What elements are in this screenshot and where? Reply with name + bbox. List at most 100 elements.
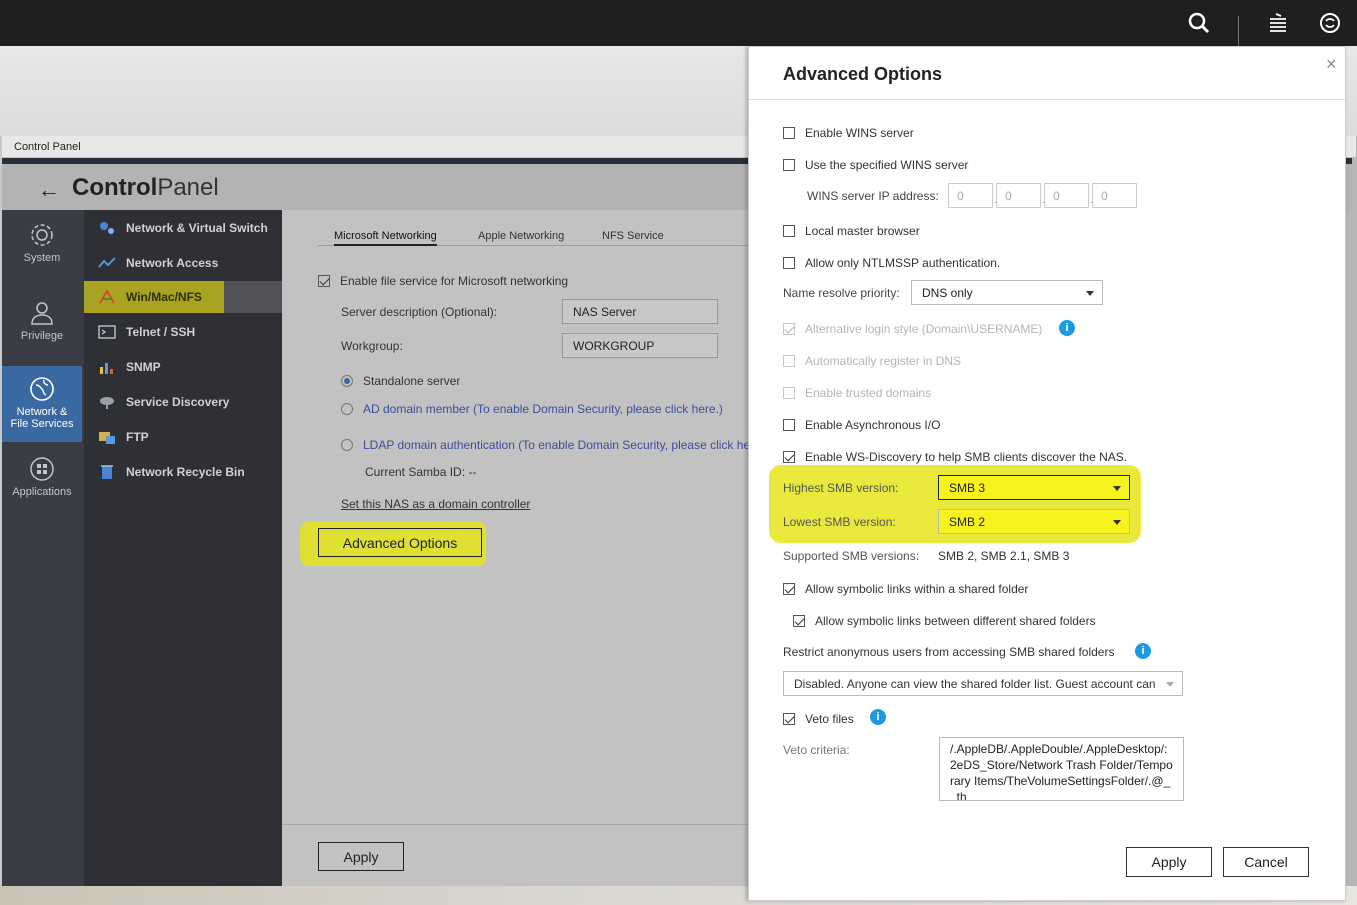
local-master-row[interactable]: Local master browser xyxy=(783,224,920,238)
submenu-label: Telnet / SSH xyxy=(126,325,196,339)
domain-controller-link[interactable]: Set this NAS as a domain controller xyxy=(341,497,530,511)
top-bar xyxy=(0,0,1357,46)
close-icon[interactable]: × xyxy=(1326,54,1337,75)
submenu-item-ftp[interactable]: FTP xyxy=(84,421,282,453)
sync-icon[interactable] xyxy=(1318,11,1342,35)
submenu-item-service-discovery[interactable]: Service Discovery xyxy=(84,386,282,418)
ldap-link[interactable]: LDAP domain authentication (To enable Do… xyxy=(363,438,750,452)
auto-register-dns-checkbox xyxy=(783,355,795,367)
panel-title: Advanced Options xyxy=(783,64,943,84)
advanced-options-button[interactable]: Advanced Options xyxy=(318,528,482,557)
radio-standalone-row[interactable]: Standalone server xyxy=(341,374,460,388)
symlinks-within-checkbox[interactable] xyxy=(783,583,795,595)
category-system[interactable]: System xyxy=(2,222,82,282)
topbar-separator xyxy=(1238,16,1239,46)
info-icon[interactable]: i xyxy=(1135,643,1151,659)
stack-icon[interactable] xyxy=(1266,11,1290,35)
search-icon[interactable] xyxy=(1187,11,1211,35)
gear-icon xyxy=(31,224,53,246)
network-switch-icon xyxy=(100,222,114,234)
terminal-icon xyxy=(98,325,116,339)
info-icon[interactable]: i xyxy=(870,709,886,725)
tab-apple-networking[interactable]: Apple Networking xyxy=(478,230,564,242)
tab-nfs-service[interactable]: NFS Service xyxy=(602,230,664,242)
apply-button[interactable]: Apply xyxy=(318,842,404,871)
submenu-item-telnet-ssh[interactable]: Telnet / SSH xyxy=(84,316,282,348)
panel-divider xyxy=(749,99,1345,100)
tab-microsoft-networking[interactable]: Microsoft Networking xyxy=(334,230,437,246)
lowest-smb-select[interactable]: SMB 2 xyxy=(938,509,1130,534)
enable-wins-checkbox[interactable] xyxy=(783,127,795,139)
ntlmssp-label: Allow only NTLMSSP authentication. xyxy=(805,256,1001,270)
wins-ip-octet-1[interactable]: 0 xyxy=(948,183,993,208)
workgroup-label: Workgroup: xyxy=(341,339,403,353)
symlinks-within-row[interactable]: Allow symbolic links within a shared fol… xyxy=(783,582,1028,596)
ntlmssp-row[interactable]: Allow only NTLMSSP authentication. xyxy=(783,256,1000,270)
server-description-input[interactable]: NAS Server xyxy=(562,299,718,324)
async-io-checkbox[interactable] xyxy=(783,419,795,431)
recycle-bin-icon xyxy=(101,465,113,479)
category-sidebar: System Privilege Network & File Services… xyxy=(2,210,84,886)
wins-ip-octet-2[interactable]: 0 xyxy=(996,183,1041,208)
supported-smb-value: SMB 2, SMB 2.1, SMB 3 xyxy=(938,549,1070,563)
submenu-sidebar: Network & Virtual Switch Network Access … xyxy=(84,210,282,886)
veto-files-row[interactable]: Veto files xyxy=(783,712,854,726)
auto-register-dns-label: Automatically register in DNS xyxy=(805,354,962,368)
highest-smb-select[interactable]: SMB 3 xyxy=(938,475,1130,500)
veto-criteria-label: Veto criteria: xyxy=(783,743,850,757)
category-privilege[interactable]: Privilege xyxy=(2,300,82,360)
veto-files-checkbox[interactable] xyxy=(783,713,795,725)
symlinks-between-row[interactable]: Allow symbolic links between different s… xyxy=(793,614,1096,628)
category-network-file-services[interactable]: Network & File Services xyxy=(2,366,82,442)
submenu-item-network-virtual-switch[interactable]: Network & Virtual Switch xyxy=(84,212,282,244)
win-mac-nfs-icon xyxy=(99,289,115,304)
submenu-item-snmp[interactable]: SNMP xyxy=(84,351,282,383)
auto-register-dns-row: Automatically register in DNS xyxy=(783,354,961,368)
enable-microsoft-networking-row[interactable]: Enable file service for Microsoft networ… xyxy=(318,274,568,288)
trusted-domains-label: Enable trusted domains xyxy=(805,386,932,400)
ntlmssp-checkbox[interactable] xyxy=(783,257,795,269)
ws-discovery-row[interactable]: Enable WS-Discovery to help SMB clients … xyxy=(783,450,1127,464)
submenu-label: Network Recycle Bin xyxy=(126,465,245,479)
radio-ad-row[interactable]: AD domain member (To enable Domain Secur… xyxy=(341,402,723,416)
symlinks-between-checkbox[interactable] xyxy=(793,615,805,627)
panel-apply-button[interactable]: Apply xyxy=(1126,847,1212,877)
wins-ip-octet-3[interactable]: 0 xyxy=(1044,183,1089,208)
ad-domain-radio[interactable] xyxy=(341,403,353,415)
veto-files-label: Veto files xyxy=(805,712,854,726)
trusted-domains-row: Enable trusted domains xyxy=(783,386,931,400)
chevron-down-icon xyxy=(1113,520,1121,525)
wins-ip-octet-4[interactable]: 0 xyxy=(1092,183,1137,208)
submenu-label: Network Access xyxy=(126,256,219,270)
submenu-item-network-recycle-bin[interactable]: Network Recycle Bin xyxy=(84,456,282,488)
ws-discovery-label: Enable WS-Discovery to help SMB clients … xyxy=(805,450,1128,464)
enable-wins-row[interactable]: Enable WINS server xyxy=(783,126,914,140)
panel-cancel-button[interactable]: Cancel xyxy=(1223,847,1309,877)
workgroup-input[interactable]: WORKGROUP xyxy=(562,333,718,358)
async-io-row[interactable]: Enable Asynchronous I/O xyxy=(783,418,940,432)
samba-id-text: Current Samba ID: -- xyxy=(365,465,477,479)
category-label: Applications xyxy=(12,486,72,498)
submenu-item-network-access[interactable]: Network Access xyxy=(84,247,282,279)
chevron-down-icon xyxy=(1113,486,1121,491)
satellite-icon xyxy=(100,397,114,409)
category-label: Privilege xyxy=(20,330,64,342)
ws-discovery-checkbox[interactable] xyxy=(783,451,795,463)
local-master-checkbox[interactable] xyxy=(783,225,795,237)
use-wins-checkbox[interactable] xyxy=(783,159,795,171)
use-wins-row[interactable]: Use the specified WINS server xyxy=(783,158,968,172)
name-resolve-select[interactable]: DNS only xyxy=(911,280,1103,305)
restrict-anonymous-select[interactable]: Disabled. Anyone can view the shared fol… xyxy=(783,671,1183,696)
radio-ldap-row[interactable]: LDAP domain authentication (To enable Do… xyxy=(341,438,751,452)
ad-domain-link[interactable]: AD domain member (To enable Domain Secur… xyxy=(363,402,723,416)
back-arrow-icon[interactable]: ← xyxy=(38,177,60,203)
enable-file-service-checkbox[interactable] xyxy=(318,275,330,287)
ldap-radio[interactable] xyxy=(341,439,353,451)
category-applications[interactable]: Applications xyxy=(2,456,82,516)
info-icon[interactable]: i xyxy=(1059,320,1075,336)
standalone-radio[interactable] xyxy=(341,375,353,387)
submenu-label: Win/Mac/NFS xyxy=(126,290,202,304)
async-io-label: Enable Asynchronous I/O xyxy=(805,418,941,432)
veto-criteria-textarea[interactable]: /.AppleDB/.AppleDouble/.AppleDesktop/:2e… xyxy=(939,737,1184,801)
submenu-item-win-mac-nfs[interactable]: Win/Mac/NFS xyxy=(84,281,282,313)
